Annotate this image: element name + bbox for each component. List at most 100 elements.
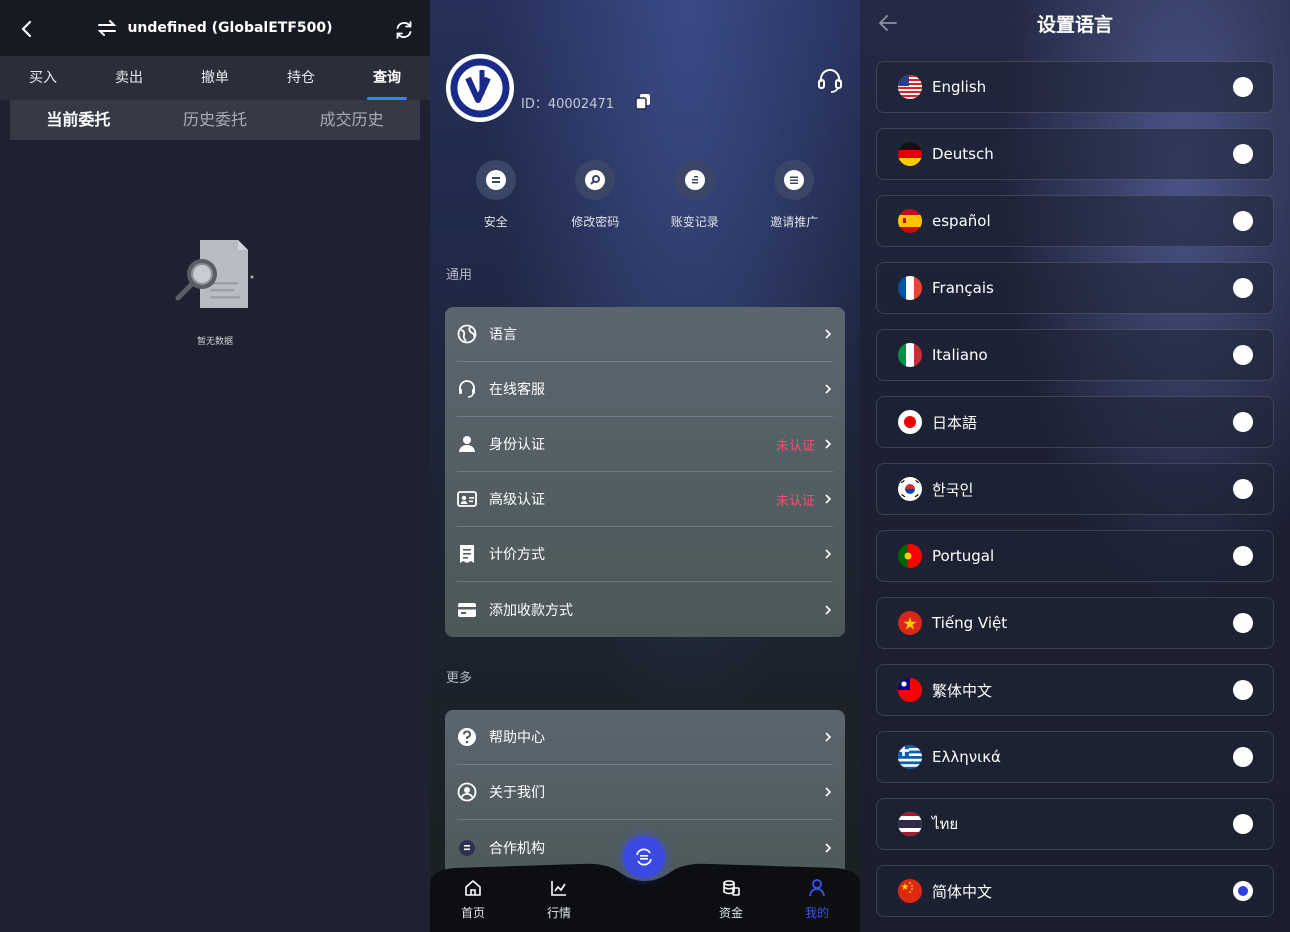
empty-document-icon: [175, 240, 254, 308]
user-icon: [457, 434, 477, 454]
tabbar-market[interactable]: 行情: [529, 878, 589, 921]
subtab-current-orders[interactable]: 当前委托: [10, 100, 147, 140]
taiwan-flag-icon: [898, 678, 922, 702]
language-label: Deutsch: [932, 145, 994, 163]
language-item-francais[interactable]: Français: [876, 262, 1274, 314]
language-radio[interactable]: [1233, 680, 1253, 700]
language-radio[interactable]: [1233, 211, 1253, 231]
language-item-traditional-chinese[interactable]: 繁体中文: [876, 664, 1274, 716]
menu-item-advanced-verification[interactable]: 高级认证 未认证: [457, 472, 833, 527]
subtab-trade-history[interactable]: 成交历史: [283, 100, 420, 140]
menu-item-language[interactable]: 语言: [457, 307, 833, 362]
menu-item-identity-verification-label: 身份认证: [489, 437, 545, 453]
language-item-simplified-chinese[interactable]: 简体中文: [876, 865, 1274, 917]
language-item-korean[interactable]: 한국인: [876, 463, 1274, 515]
quick-invite-label: 邀请推广: [770, 215, 819, 229]
language-item-deutsch[interactable]: Deutsch: [876, 128, 1274, 180]
back-arrow-icon[interactable]: [16, 18, 38, 40]
tab-positions[interactable]: 持仓: [258, 56, 344, 100]
language-radio[interactable]: [1233, 77, 1253, 97]
trade-fab-button[interactable]: [623, 836, 665, 878]
menu-item-about-us[interactable]: 关于我们: [457, 765, 833, 820]
menu-item-online-service[interactable]: 在线客服: [457, 362, 833, 417]
document-icon: [684, 170, 705, 190]
profile-panel: ID：40002471 安全 修改密码 账变记录 邀请推广 通用 语言 在线客服…: [430, 0, 860, 932]
language-radio[interactable]: [1233, 747, 1253, 767]
tabbar-mine[interactable]: 我的: [787, 878, 847, 921]
korea-flag-icon: [898, 477, 922, 501]
radio-dot: [1238, 886, 1248, 896]
tabbar-funds[interactable]: 资金: [701, 878, 761, 921]
quick-actions: 安全 修改密码 账变记录 邀请推广: [446, 160, 844, 230]
language-radio[interactable]: [1233, 613, 1253, 633]
quick-security[interactable]: 安全: [446, 160, 546, 230]
language-label: español: [932, 212, 991, 230]
menu-item-pricing-method[interactable]: 计价方式: [457, 527, 833, 582]
language-item-english[interactable]: English: [876, 61, 1274, 113]
copy-icon[interactable]: [634, 92, 652, 110]
tab-cancel[interactable]: 撤单: [172, 56, 258, 100]
menu-item-about-us-label: 关于我们: [489, 785, 545, 801]
chevron-right-icon: [825, 329, 832, 339]
china-flag-icon: [898, 879, 922, 903]
tabbar-market-label: 行情: [546, 906, 571, 920]
language-item-japanese[interactable]: 日本語: [876, 396, 1274, 448]
subtab-order-history[interactable]: 历史委托: [147, 100, 284, 140]
user-circle-icon: [457, 782, 477, 802]
menu-item-add-payment-method[interactable]: 添加收款方式: [457, 582, 833, 637]
quick-invite[interactable]: 邀请推广: [745, 160, 845, 230]
language-label: Portugal: [932, 547, 995, 565]
receipt-icon: [457, 544, 477, 564]
tab-query[interactable]: 查询: [344, 56, 430, 100]
language-item-vietnamese[interactable]: Tiếng Việt: [876, 597, 1274, 649]
status-badge: 未认证: [775, 438, 815, 454]
menu-item-identity-verification[interactable]: 身份认证 未认证: [457, 417, 833, 472]
bank-card-icon: [457, 600, 477, 620]
language-item-espanol[interactable]: español: [876, 195, 1274, 247]
tabbar-home-label: 首页: [460, 906, 485, 920]
quick-account-records[interactable]: 账变记录: [645, 160, 745, 230]
refresh-icon[interactable]: [394, 20, 414, 40]
chevron-right-icon: [825, 384, 832, 394]
trade-tabs: 买入 卖出 撤单 持仓 查询: [0, 56, 430, 100]
tabbar-mine-label: 我的: [804, 906, 829, 920]
language-item-italiano[interactable]: Italiano: [876, 329, 1274, 381]
chevron-right-icon: [825, 439, 832, 449]
globe-icon: [457, 324, 477, 344]
menu-item-language-label: 语言: [489, 327, 517, 343]
language-radio[interactable]: [1233, 144, 1253, 164]
empty-state: 暂无数据: [170, 236, 260, 347]
language-radio[interactable]: [1233, 345, 1253, 365]
tab-sell[interactable]: 卖出: [86, 56, 172, 100]
chevron-right-icon: [825, 732, 832, 742]
language-label: Français: [932, 279, 994, 297]
language-radio[interactable]: [1233, 412, 1253, 432]
symbol-title[interactable]: undefined (GlobalETF500): [97, 20, 333, 36]
us-flag-icon: [898, 75, 922, 99]
language-radio[interactable]: [1233, 479, 1253, 499]
symbol-title-text: undefined (GlobalETF500): [127, 20, 333, 36]
language-radio[interactable]: [1233, 546, 1253, 566]
status-badge: 未认证: [775, 493, 815, 509]
headset-icon[interactable]: [816, 66, 844, 94]
quick-change-password[interactable]: 修改密码: [546, 160, 646, 230]
language-radio[interactable]: [1233, 278, 1253, 298]
language-radio[interactable]: [1233, 814, 1253, 834]
shield-icon: [485, 170, 506, 190]
menu-item-help-center[interactable]: 帮助中心: [457, 710, 833, 765]
language-item-portugal[interactable]: Portugal: [876, 530, 1274, 582]
order-subtabs: 当前委托 历史委托 成交历史: [10, 100, 420, 140]
tabbar-home[interactable]: 首页: [443, 878, 503, 921]
language-item-greek[interactable]: Ελληνικά: [876, 731, 1274, 783]
avatar[interactable]: [446, 54, 514, 122]
language-radio-selected[interactable]: [1233, 881, 1253, 901]
tab-buy[interactable]: 买入: [0, 56, 86, 100]
help-icon: [457, 727, 477, 747]
partner-icon: [457, 838, 477, 858]
chevron-right-icon: [825, 494, 832, 504]
quick-security-label: 安全: [483, 215, 508, 229]
menu-item-pricing-method-label: 计价方式: [489, 547, 545, 563]
language-label: 日本語: [932, 413, 978, 432]
key-icon: [585, 170, 606, 190]
language-item-thai[interactable]: ไทย: [876, 798, 1274, 850]
